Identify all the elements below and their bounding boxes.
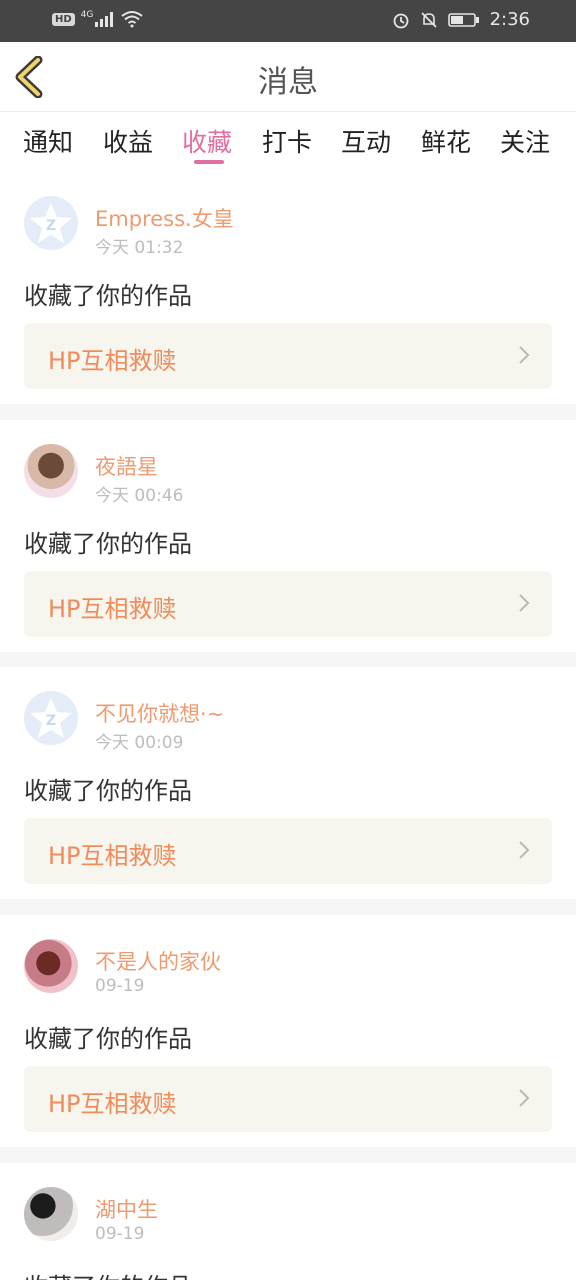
hd-badge: HD bbox=[52, 12, 75, 26]
work-link[interactable]: HP互相救赎 bbox=[24, 571, 552, 637]
battery-icon bbox=[447, 12, 479, 27]
network-type: 4G bbox=[80, 10, 94, 20]
nav-bar: 消息 bbox=[0, 42, 576, 112]
work-title: HP互相救赎 bbox=[48, 1090, 177, 1118]
work-title: HP互相救赎 bbox=[48, 347, 177, 375]
work-link[interactable]: HP互相救赎 bbox=[24, 1066, 552, 1132]
avatar[interactable]: Z bbox=[24, 196, 78, 250]
list-item: 不是人的家伙 09-19 收藏了你的作品 HP互相救赎 bbox=[0, 915, 576, 1147]
chevron-right-icon bbox=[519, 594, 530, 612]
separator bbox=[0, 1147, 576, 1163]
active-tab-indicator bbox=[194, 160, 224, 164]
timestamp: 09-19 bbox=[95, 1224, 145, 1244]
work-link[interactable]: HP互相救赎 bbox=[24, 818, 552, 884]
work-title: HP互相救赎 bbox=[48, 595, 177, 623]
action-text: 收藏了你的作品 bbox=[24, 1025, 192, 1053]
list-item: 湖中生 09-19 收藏了你的作品 bbox=[0, 1163, 576, 1280]
default-avatar-icon: Z bbox=[30, 698, 72, 738]
action-text: 收藏了你的作品 bbox=[24, 282, 192, 310]
tab-follows[interactable]: 关注 bbox=[500, 123, 550, 159]
tab-notifications[interactable]: 通知 bbox=[23, 123, 73, 159]
action-text: 收藏了你的作品 bbox=[24, 530, 192, 558]
tab-flowers[interactable]: 鲜花 bbox=[421, 123, 471, 159]
status-bar: HD 4G 2:36 bbox=[0, 0, 576, 42]
timestamp: 今天 00:09 bbox=[95, 733, 184, 753]
action-text: 收藏了你的作品 bbox=[24, 1267, 192, 1280]
list-item: 夜語星 今天 00:46 收藏了你的作品 HP互相救赎 bbox=[0, 420, 576, 652]
tab-favorites[interactable]: 收藏 bbox=[182, 123, 232, 159]
tab-bar: 通知 收益 收藏 打卡 互动 鲜花 关注 bbox=[0, 112, 576, 170]
svg-text:Z: Z bbox=[46, 713, 56, 729]
tab-interactions[interactable]: 互动 bbox=[341, 123, 391, 159]
tab-check-in[interactable]: 打卡 bbox=[262, 123, 312, 159]
status-left: HD 4G bbox=[52, 10, 143, 28]
avatar[interactable] bbox=[24, 939, 78, 993]
page-title: 消息 bbox=[258, 65, 318, 100]
timestamp: 今天 01:32 bbox=[95, 238, 184, 258]
tab-earnings[interactable]: 收益 bbox=[103, 123, 153, 159]
mute-bell-icon bbox=[420, 11, 437, 28]
separator bbox=[0, 899, 576, 915]
separator bbox=[0, 652, 576, 668]
timestamp: 09-19 bbox=[95, 976, 145, 996]
default-avatar-icon: Z bbox=[30, 203, 72, 243]
clock-time: 2:36 bbox=[489, 9, 530, 30]
avatar[interactable] bbox=[24, 444, 78, 498]
user-name[interactable]: 不见你就想·~ bbox=[95, 698, 224, 728]
separator bbox=[0, 404, 576, 420]
work-title: HP互相救赎 bbox=[48, 842, 177, 870]
list-item: Z 不见你就想·~ 今天 00:09 收藏了你的作品 HP互相救赎 bbox=[0, 667, 576, 899]
svg-text:Z: Z bbox=[46, 218, 56, 234]
user-name[interactable]: 湖中生 bbox=[95, 1194, 158, 1224]
chevron-right-icon bbox=[519, 1089, 530, 1107]
chevron-right-icon bbox=[519, 346, 530, 364]
signal-icon bbox=[95, 12, 114, 27]
action-text: 收藏了你的作品 bbox=[24, 777, 192, 805]
alarm-icon bbox=[393, 13, 408, 28]
work-link[interactable]: HP互相救赎 bbox=[24, 323, 552, 389]
user-name[interactable]: Empress.女皇 bbox=[95, 203, 234, 233]
avatar[interactable] bbox=[24, 1187, 78, 1241]
list-item: Z Empress.女皇 今天 01:32 收藏了你的作品 HP互相救赎 bbox=[0, 172, 576, 404]
user-name[interactable]: 夜語星 bbox=[95, 451, 158, 481]
wifi-icon bbox=[121, 11, 143, 28]
avatar[interactable]: Z bbox=[24, 691, 78, 745]
status-right: 2:36 bbox=[392, 9, 530, 30]
timestamp: 今天 00:46 bbox=[95, 486, 184, 506]
user-name[interactable]: 不是人的家伙 bbox=[95, 946, 221, 976]
chevron-right-icon bbox=[519, 841, 530, 859]
